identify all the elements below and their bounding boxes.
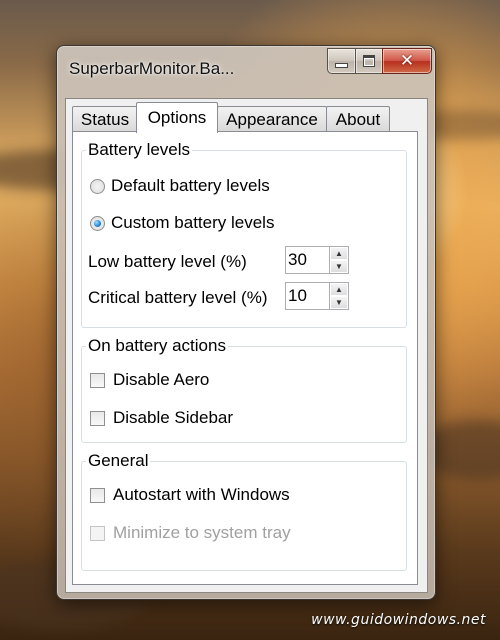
default-battery-levels-label: Default battery levels bbox=[111, 176, 270, 195]
autostart-label: Autostart with Windows bbox=[113, 485, 290, 504]
battery-levels-group: Battery levels Default battery levels Cu… bbox=[81, 140, 407, 328]
low-battery-spin-buttons: ▲ ▼ bbox=[329, 246, 349, 274]
radio-dot bbox=[94, 219, 101, 227]
chevron-down-icon[interactable]: ▼ bbox=[330, 260, 348, 273]
minimize-to-tray-label: Minimize to system tray bbox=[113, 523, 291, 542]
chevron-up-icon[interactable]: ▲ bbox=[330, 247, 348, 260]
autostart-checkbox[interactable]: Autostart with Windows bbox=[90, 485, 290, 505]
general-group: General Autostart with Windows Minimize … bbox=[81, 451, 407, 571]
options-panel: Battery levels Default battery levels Cu… bbox=[72, 131, 418, 585]
app-window: SuperbarMonitor.Ba... ✕ Status Options A… bbox=[56, 45, 436, 600]
low-battery-label: Low battery level (%) bbox=[88, 252, 247, 271]
custom-battery-levels-radio[interactable]: Custom battery levels bbox=[90, 213, 274, 233]
general-legend: General bbox=[88, 451, 149, 470]
low-battery-input[interactable] bbox=[285, 246, 329, 274]
disable-sidebar-label: Disable Sidebar bbox=[113, 408, 234, 427]
client-area: Status Options Appearance About Battery … bbox=[65, 98, 428, 593]
watermark-text: www.guidowindows.net bbox=[311, 612, 486, 628]
checkbox bbox=[90, 525, 105, 541]
tab-status[interactable]: Status bbox=[72, 106, 138, 132]
critical-battery-label: Critical battery level (%) bbox=[88, 288, 268, 307]
radio-unselected[interactable] bbox=[90, 178, 105, 194]
close-icon: ✕ bbox=[399, 50, 415, 71]
title-bar[interactable]: SuperbarMonitor.Ba... ✕ bbox=[57, 46, 435, 90]
close-button[interactable]: ✕ bbox=[382, 48, 432, 74]
chevron-up-icon[interactable]: ▲ bbox=[330, 283, 348, 296]
tab-options[interactable]: Options bbox=[136, 102, 218, 133]
on-battery-actions-legend: On battery actions bbox=[88, 336, 226, 355]
critical-battery-spin-buttons: ▲ ▼ bbox=[329, 282, 349, 310]
checkbox[interactable] bbox=[90, 410, 105, 426]
radio-selected[interactable] bbox=[90, 215, 105, 231]
disable-aero-checkbox[interactable]: Disable Aero bbox=[90, 370, 209, 390]
low-battery-stepper[interactable]: ▲ ▼ bbox=[285, 246, 349, 274]
on-battery-actions-group: On battery actions Disable Aero Disable … bbox=[81, 336, 407, 443]
maximize-icon bbox=[363, 55, 375, 67]
caption-buttons: ✕ bbox=[327, 48, 432, 74]
checkbox[interactable] bbox=[90, 487, 105, 503]
window-title: SuperbarMonitor.Ba... bbox=[69, 59, 235, 78]
disable-aero-label: Disable Aero bbox=[113, 370, 210, 389]
minimize-button[interactable] bbox=[327, 48, 355, 74]
critical-battery-stepper[interactable]: ▲ ▼ bbox=[285, 282, 349, 310]
minimize-icon bbox=[335, 62, 348, 68]
battery-levels-legend: Battery levels bbox=[88, 140, 191, 159]
custom-battery-levels-label: Custom battery levels bbox=[111, 213, 275, 232]
chevron-down-icon[interactable]: ▼ bbox=[330, 296, 348, 309]
tab-appearance[interactable]: Appearance bbox=[217, 106, 327, 132]
minimize-to-tray-checkbox: Minimize to system tray bbox=[90, 523, 291, 543]
tab-about[interactable]: About bbox=[326, 106, 390, 132]
disable-sidebar-checkbox[interactable]: Disable Sidebar bbox=[90, 408, 233, 428]
critical-battery-input[interactable] bbox=[285, 282, 329, 310]
checkbox[interactable] bbox=[90, 372, 105, 388]
default-battery-levels-radio[interactable]: Default battery levels bbox=[90, 176, 270, 196]
maximize-button[interactable] bbox=[355, 48, 382, 74]
